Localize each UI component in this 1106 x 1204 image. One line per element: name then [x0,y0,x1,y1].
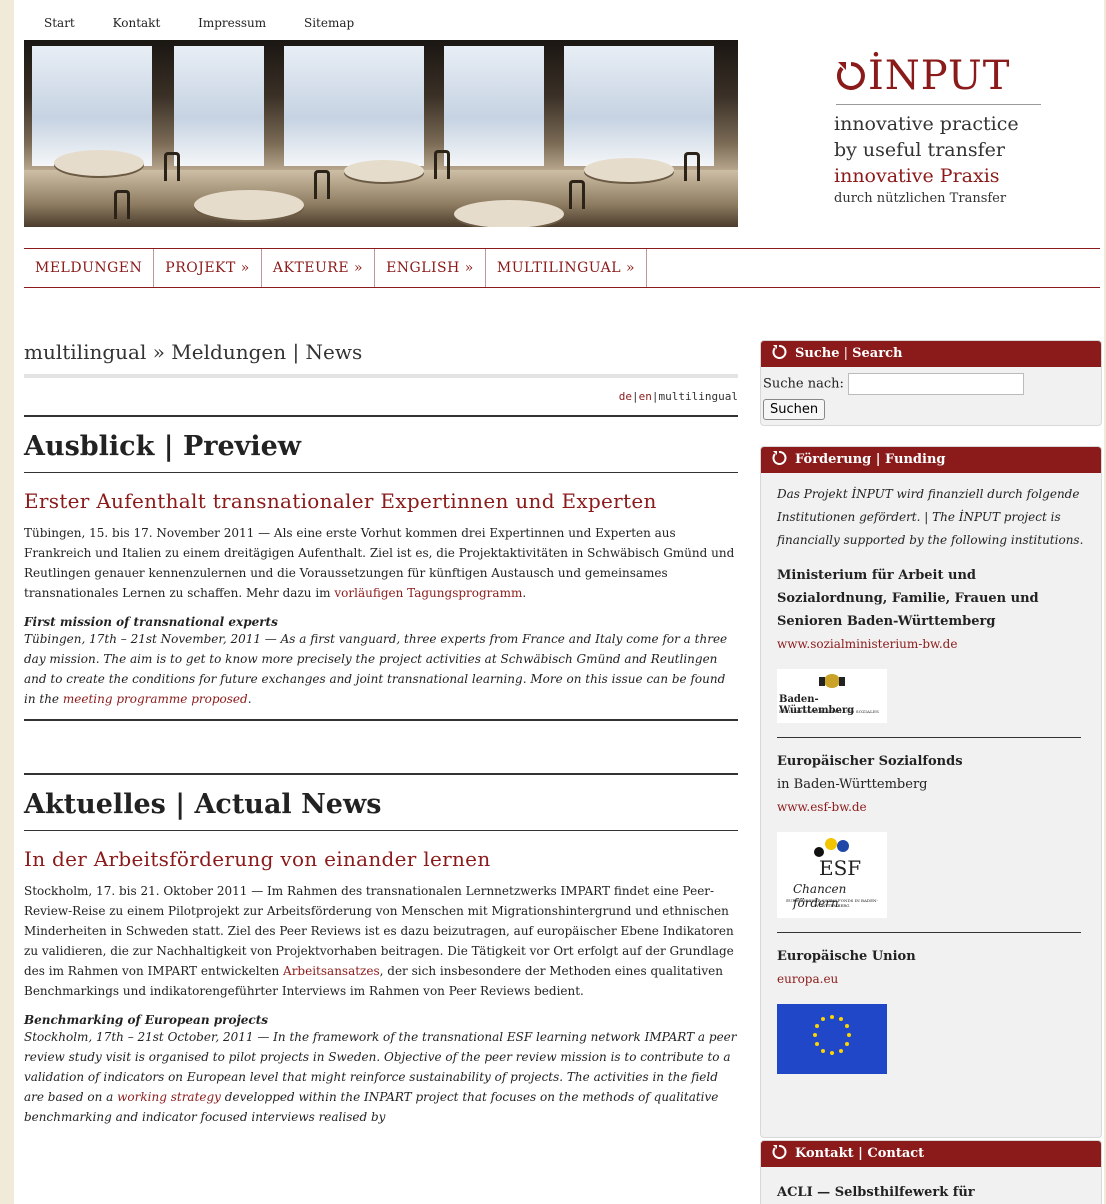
news-strategy-link[interactable]: working strategy [117,1090,221,1104]
input-arrow-icon [772,451,787,465]
preview-article-title[interactable]: Erster Aufenthalt transnationaler Expert… [24,489,738,513]
main-nav-multilingual[interactable]: MULTILINGUAL » [486,249,648,287]
funding-org-ministry: Ministerium für Arbeit und Sozialordnung… [777,568,1039,629]
search-box: Suche | Search Suche nach: Suchen [760,340,1102,426]
preview-section-title: Ausblick | Preview [24,415,738,473]
eu-stars-icon [813,1015,851,1055]
preview-meeting-link[interactable]: meeting programme proposed [63,692,248,706]
breadcrumb: multilingual » Meldungen | News [24,340,738,378]
lang-de-link[interactable]: de [619,390,632,403]
preview-article-body: Tübingen, 15. bis 17. November 2011 — Al… [24,526,735,600]
preview-en-title: First mission of transnational experts [24,615,278,629]
contact-box: Kontakt | Contact ACLI — Selbsthilfewerk… [760,1140,1102,1204]
funding-intro: Das Projekt İNPUT wird finanziell durch … [777,487,1084,547]
logo-tagline-3: innovative Praxis [834,165,1000,187]
main-nav-meldungen[interactable]: MELDUNGEN [24,249,155,287]
logo-tagline-1: innovative practice [834,113,1019,135]
lang-en-link[interactable]: en [639,390,652,403]
input-arrow-icon [772,1145,787,1159]
top-nav-kontakt[interactable]: Kontakt [113,16,161,30]
news-article-title[interactable]: In der Arbeitsförderung von einander ler… [24,847,738,871]
preview-en-body: Tübingen, 17th – 21st November, 2011 — A… [24,632,728,706]
news-en-title: Benchmarking of European projects [24,1013,269,1027]
funding-org-eu: Europäische Union [777,949,916,964]
funding-box-header: Förderung | Funding [761,447,1101,473]
news-approach-link[interactable]: Arbeitsansatzes [283,964,380,978]
bw-crest-icon [819,674,845,688]
main-content: multilingual » Meldungen | News de|en|mu… [24,340,738,1127]
funding-box: Förderung | Funding Das Projekt İNPUT wi… [760,446,1102,1138]
contact-box-header: Kontakt | Contact [761,1141,1101,1167]
top-nav-impressum[interactable]: Impressum [198,16,266,30]
top-nav-sitemap[interactable]: Sitemap [304,16,354,30]
search-button[interactable]: Suchen [763,399,826,420]
top-nav: Start Kontakt Impressum Sitemap [44,16,388,30]
funding-link-eu[interactable]: europa.eu [777,972,838,986]
logo-tagline-2: by useful transfer [834,139,1005,161]
contact-org: ACLI — Selbsthilfewerk für [777,1185,975,1200]
funding-link-ministry[interactable]: www.sozialministerium-bw.de [777,637,957,651]
main-nav-projekt[interactable]: PROJEKT » [154,249,262,287]
funding-org-esf: Europäischer Sozialfonds in Baden-Württem… [777,754,963,792]
input-arrow-icon [836,62,865,90]
main-nav-akteure[interactable]: AKTEURE » [262,249,376,287]
top-nav-start[interactable]: Start [44,16,75,30]
search-label: Suche nach: [763,376,844,392]
esf-logo[interactable]: ESF Chancen fördern EUROPÄISCHER SOZIALF… [777,832,887,918]
main-nav: MELDUNGEN PROJEKT » AKTEURE » ENGLISH » … [24,248,1100,288]
news-en-body: Stockholm, 17th – 21st October, 2011 — I… [24,1030,737,1124]
language-switcher: de|en|multilingual [618,390,738,403]
preview-programme-link[interactable]: vorläufigen Tagungsprogramm [334,586,522,600]
bw-logo[interactable]: Baden-Württemberg MINISTERIUM FÜR ARBEIT… [777,669,887,723]
main-nav-english[interactable]: ENGLISH » [375,249,486,287]
news-section-title: Aktuelles | Actual News [24,773,738,831]
lang-multilingual: multilingual [658,390,738,403]
search-box-header: Suche | Search [761,341,1101,367]
eu-flag[interactable] [777,1004,887,1074]
logo-tagline-4: durch nützlichen Transfer [834,191,1007,206]
news-article-body: Stockholm, 17. bis 21. Oktober 2011 — Im… [24,884,734,998]
logo-name: İNPUT [868,53,1011,99]
header-photo [24,40,738,227]
funding-link-esf[interactable]: www.esf-bw.de [777,800,867,814]
input-arrow-icon [772,345,787,359]
search-input[interactable] [848,373,1025,395]
page: Start Kontakt Impressum Sitemap İNPUT in… [14,0,1104,1204]
site-logo[interactable]: İNPUT innovative practice by useful tran… [834,54,1054,209]
